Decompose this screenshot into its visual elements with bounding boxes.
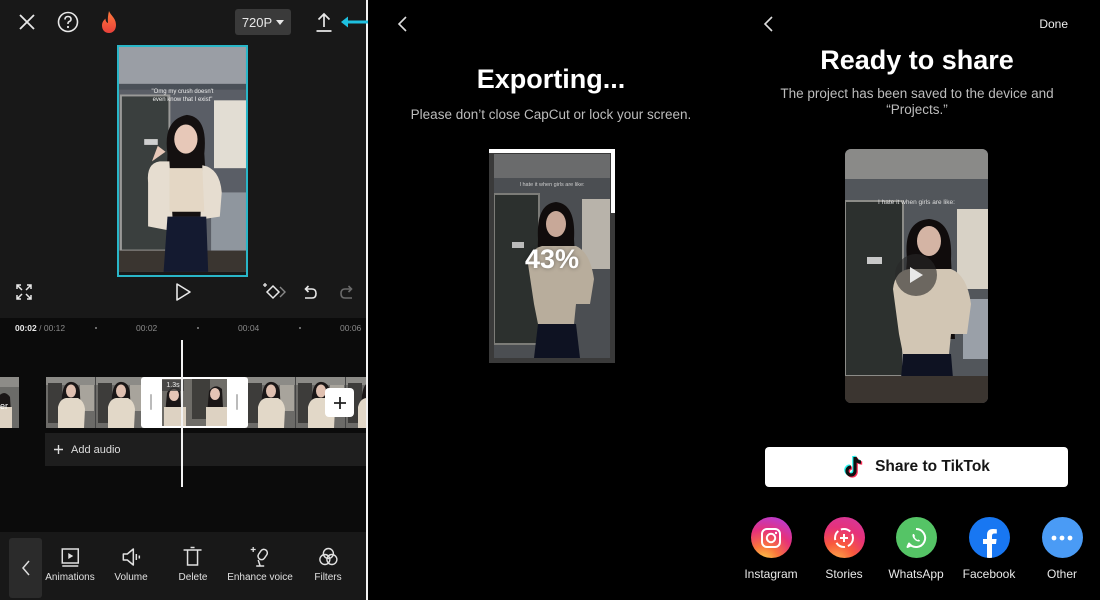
share-stories[interactable]: Stories xyxy=(808,517,880,581)
close-icon[interactable] xyxy=(15,10,39,34)
selected-clip[interactable]: 1.3s xyxy=(141,377,248,428)
exporting-screen: Exporting... Please don’t close CapCut o… xyxy=(368,0,734,600)
ruler-dot xyxy=(197,327,199,329)
volume-icon xyxy=(122,548,140,566)
plus-icon xyxy=(54,445,63,454)
caret-down-icon xyxy=(276,19,285,25)
play-icon[interactable] xyxy=(172,281,194,303)
share-to-tiktok-button[interactable]: Share to TikTok xyxy=(765,447,1068,487)
ready-to-share-screen: Done Ready to share The project has been… xyxy=(734,0,1100,600)
done-button[interactable]: Done xyxy=(1039,17,1068,31)
export-preview: I hate it when girls are like: 43% xyxy=(494,154,610,358)
play-button[interactable] xyxy=(895,254,937,296)
tool-filters[interactable]: Filters xyxy=(314,546,342,583)
current-time: 00:02 xyxy=(15,323,37,333)
ruler-tick: 00:06 xyxy=(340,323,362,333)
help-icon[interactable] xyxy=(56,10,80,34)
toolbar-back-button[interactable] xyxy=(9,538,42,598)
tool-animations[interactable]: Animations xyxy=(45,546,95,583)
clip-thumbnail xyxy=(96,377,146,428)
exporting-title: Exporting... xyxy=(476,64,626,94)
time-readout: 00:02 / 00:12 xyxy=(15,323,66,333)
ready-subtitle: The project has been saved to the device… xyxy=(780,86,1054,117)
exporting-subtitle: Please don’t close CapCut or lock your s… xyxy=(410,107,692,122)
plus-icon xyxy=(333,396,346,409)
back-chevron-icon[interactable] xyxy=(762,14,776,34)
add-clip-button[interactable] xyxy=(325,388,354,417)
ruler-dot xyxy=(299,327,301,329)
video-frame xyxy=(119,47,246,272)
trim-handle-left[interactable] xyxy=(150,394,152,410)
fullscreen-icon[interactable] xyxy=(13,281,35,303)
facebook-icon xyxy=(968,517,1010,558)
tool-enhance-voice[interactable]: Enhance voice xyxy=(227,546,293,583)
enhance-voice-icon xyxy=(250,547,268,567)
add-audio-label: Add audio xyxy=(71,443,121,456)
tiktok-button-label: Share to TikTok xyxy=(875,458,990,475)
tool-delete[interactable]: Delete xyxy=(179,546,207,583)
progress-percent: 43% xyxy=(524,244,580,274)
delete-icon xyxy=(184,546,202,566)
instagram-icon xyxy=(750,517,792,558)
add-audio-button[interactable]: Add audio xyxy=(45,433,366,466)
export-progress-frame: I hate it when girls are like: 43% xyxy=(489,149,615,363)
ruler-tick: 00:02 xyxy=(136,323,158,333)
previous-clip[interactable]: er xyxy=(0,377,19,428)
ruler-dot xyxy=(95,327,97,329)
clip-label: er xyxy=(0,401,9,411)
animations-icon xyxy=(61,548,79,567)
export-upload-icon[interactable] xyxy=(312,10,336,34)
undo-icon[interactable] xyxy=(299,281,321,303)
share-facebook[interactable]: Facebook xyxy=(953,517,1025,581)
video-caption-line-2: even know that I exist" xyxy=(152,97,213,103)
video-caption-line-1: "Omg my crush doesn't xyxy=(151,89,214,95)
ready-title: Ready to share xyxy=(820,45,1014,75)
back-chevron-icon[interactable] xyxy=(396,14,410,34)
editor-screen: 720P "Omg my crush doesn't even know tha… xyxy=(0,0,366,600)
keyframe-icon[interactable] xyxy=(263,281,287,303)
whatsapp-icon xyxy=(895,517,937,558)
playhead[interactable] xyxy=(181,340,183,487)
tiktok-icon xyxy=(844,455,863,478)
filters-icon xyxy=(318,547,338,566)
clip-thumbnail xyxy=(46,377,96,428)
share-instagram[interactable]: Instagram xyxy=(735,517,807,581)
progress-border-top xyxy=(489,149,615,153)
share-other[interactable]: Other xyxy=(1026,517,1098,581)
capcut-export-flow: 720P "Omg my crush doesn't even know tha… xyxy=(0,0,1100,600)
flame-icon[interactable] xyxy=(97,10,121,34)
video-preview[interactable]: "Omg my crush doesn't even know that I e… xyxy=(117,45,248,277)
resolution-label: 720P xyxy=(241,14,273,30)
edit-toolbar: Animations Volume Delete Enhance voice F… xyxy=(0,532,366,600)
play-icon xyxy=(910,267,923,283)
tool-volume[interactable]: Volume xyxy=(114,546,148,583)
clip-thumbnail xyxy=(246,377,296,428)
share-whatsapp[interactable]: WhatsApp xyxy=(880,517,952,581)
exported-video-preview[interactable]: I hate it when girls are like: xyxy=(845,149,988,403)
progress-border-right xyxy=(611,149,615,214)
resolution-dropdown[interactable]: 720P xyxy=(235,9,291,35)
total-time: 00:12 xyxy=(43,323,66,333)
more-icon xyxy=(1041,517,1083,558)
time-ruler: 00:02 / 00:12 00:02 00:04 00:06 xyxy=(0,318,366,338)
ruler-tick: 00:04 xyxy=(238,323,260,333)
redo-icon[interactable] xyxy=(336,281,358,303)
chevron-left-icon xyxy=(21,560,30,576)
video-caption: I hate it when girls are like: xyxy=(878,199,955,206)
trim-handle-right[interactable] xyxy=(236,394,238,410)
stories-icon xyxy=(823,517,865,558)
video-caption: I hate it when girls are like: xyxy=(519,182,585,188)
